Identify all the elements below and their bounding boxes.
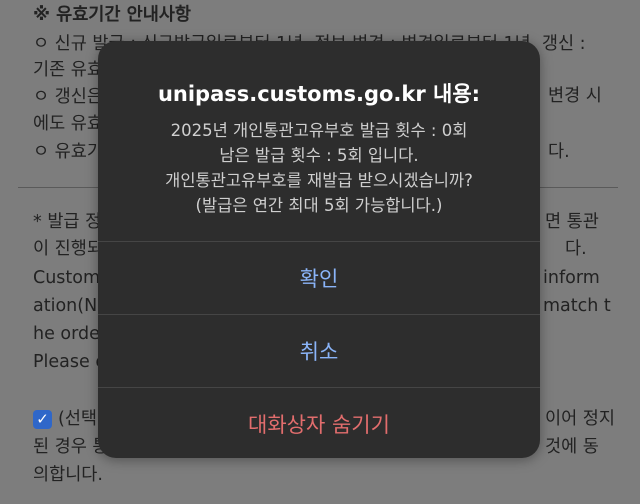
dialog-message-line: 2025년 개인통관고유부호 발급 횟수 : 0회 — [170, 121, 468, 140]
info-fragment: inform — [543, 268, 600, 288]
info-fragment: match t — [543, 296, 611, 316]
dialog-message-line: 남은 발급 횟수 : 5회 입니다. — [219, 146, 419, 165]
consent-line: (선택 — [58, 409, 98, 429]
confirm-button[interactable]: 확인 — [98, 241, 540, 314]
info-line: ation(Na — [33, 296, 108, 316]
info-fragment: 다. — [565, 239, 587, 259]
dialog-title: unipass.customs.go.kr 내용: — [157, 82, 481, 106]
consent-checkbox[interactable]: ✓ — [33, 410, 52, 429]
notice-fragment: 다. — [548, 142, 570, 162]
notice-fragment: 변경 시 — [548, 86, 602, 106]
cancel-button[interactable]: 취소 — [98, 314, 540, 387]
notice-heading: ※ 유효기간 안내사항 — [33, 5, 191, 25]
alert-dialog: unipass.customs.go.kr 내용: 2025년 개인통관고유부호… — [98, 41, 540, 458]
consent-fragment: 이어 정지 — [545, 409, 615, 429]
consent-fragment: 것에 동 — [545, 437, 599, 457]
info-line: 이 진행되 — [33, 239, 103, 259]
notice-line: 기존 유효 — [33, 60, 103, 80]
hide-dialogs-button[interactable]: 대화상자 숨기기 — [98, 387, 540, 458]
notice-line: ㅇ 유효기 — [33, 142, 103, 162]
info-line: * 발급 정 — [33, 212, 102, 232]
dialog-message-line: 개인통관고유부호를 재발급 받으시겠습니까? — [165, 171, 473, 190]
info-line: he order — [33, 324, 108, 344]
notice-line: ㅇ 갱신은 — [33, 87, 103, 107]
consent-line: 의합니다. — [33, 465, 103, 485]
info-line: Please e — [33, 352, 107, 372]
dialog-message-line: (발급은 연간 최대 5회 가능합니다.) — [195, 196, 443, 215]
info-fragment: 면 통관 — [545, 212, 599, 232]
notice-line: 에도 유효 — [33, 114, 103, 134]
